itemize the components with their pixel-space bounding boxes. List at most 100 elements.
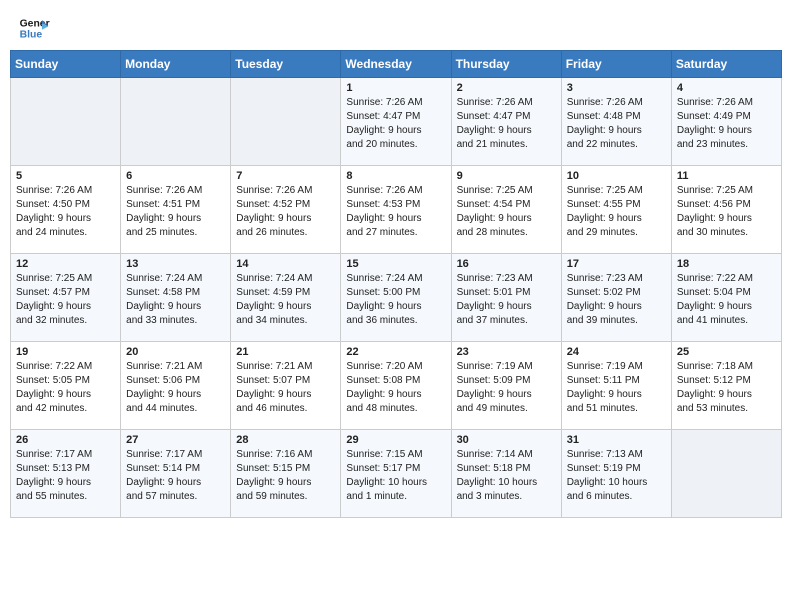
day-info: Sunrise: 7:26 AM Sunset: 4:48 PM Dayligh… — [567, 96, 666, 152]
calendar-cell: 20 Sunrise: 7:21 AM Sunset: 5:06 PM Dayli… — [121, 342, 231, 430]
calendar-cell: 23 Sunrise: 7:19 AM Sunset: 5:09 PM Dayli… — [451, 342, 561, 430]
day-number: 8 — [346, 170, 445, 182]
day-number: 25 — [677, 346, 776, 358]
day-info: Sunrise: 7:14 AM Sunset: 5:18 PM Dayligh… — [457, 448, 556, 504]
day-number: 17 — [567, 258, 666, 270]
day-number: 13 — [126, 258, 225, 270]
day-number: 12 — [16, 258, 115, 270]
day-info: Sunrise: 7:19 AM Sunset: 5:09 PM Dayligh… — [457, 360, 556, 416]
weekday-header-row: SundayMondayTuesdayWednesdayThursdayFrid… — [11, 51, 782, 78]
day-info: Sunrise: 7:25 AM Sunset: 4:55 PM Dayligh… — [567, 184, 666, 240]
calendar-cell: 7 Sunrise: 7:26 AM Sunset: 4:52 PM Daylig… — [231, 166, 341, 254]
calendar-cell: 1 Sunrise: 7:26 AM Sunset: 4:47 PM Daylig… — [341, 78, 451, 166]
calendar-cell: 25 Sunrise: 7:18 AM Sunset: 5:12 PM Dayli… — [671, 342, 781, 430]
day-number: 3 — [567, 82, 666, 94]
week-row-4: 26 Sunrise: 7:17 AM Sunset: 5:13 PM Dayli… — [11, 430, 782, 518]
logo: General Blue — [18, 12, 50, 44]
day-info: Sunrise: 7:18 AM Sunset: 5:12 PM Dayligh… — [677, 360, 776, 416]
calendar-cell: 12 Sunrise: 7:25 AM Sunset: 4:57 PM Dayli… — [11, 254, 121, 342]
weekday-tuesday: Tuesday — [231, 51, 341, 78]
day-number: 23 — [457, 346, 556, 358]
day-number: 24 — [567, 346, 666, 358]
calendar-cell: 16 Sunrise: 7:23 AM Sunset: 5:01 PM Dayli… — [451, 254, 561, 342]
weekday-friday: Friday — [561, 51, 671, 78]
day-info: Sunrise: 7:26 AM Sunset: 4:49 PM Dayligh… — [677, 96, 776, 152]
calendar-cell: 8 Sunrise: 7:26 AM Sunset: 4:53 PM Daylig… — [341, 166, 451, 254]
day-number: 16 — [457, 258, 556, 270]
day-number: 11 — [677, 170, 776, 182]
day-info: Sunrise: 7:25 AM Sunset: 4:57 PM Dayligh… — [16, 272, 115, 328]
day-number: 15 — [346, 258, 445, 270]
day-info: Sunrise: 7:24 AM Sunset: 5:00 PM Dayligh… — [346, 272, 445, 328]
day-number: 28 — [236, 434, 335, 446]
day-info: Sunrise: 7:17 AM Sunset: 5:14 PM Dayligh… — [126, 448, 225, 504]
calendar-cell: 13 Sunrise: 7:24 AM Sunset: 4:58 PM Dayli… — [121, 254, 231, 342]
day-info: Sunrise: 7:16 AM Sunset: 5:15 PM Dayligh… — [236, 448, 335, 504]
day-info: Sunrise: 7:26 AM Sunset: 4:47 PM Dayligh… — [457, 96, 556, 152]
day-info: Sunrise: 7:26 AM Sunset: 4:47 PM Dayligh… — [346, 96, 445, 152]
weekday-sunday: Sunday — [11, 51, 121, 78]
day-number: 20 — [126, 346, 225, 358]
day-number: 19 — [16, 346, 115, 358]
calendar-cell: 15 Sunrise: 7:24 AM Sunset: 5:00 PM Dayli… — [341, 254, 451, 342]
day-info: Sunrise: 7:23 AM Sunset: 5:01 PM Dayligh… — [457, 272, 556, 328]
day-info: Sunrise: 7:17 AM Sunset: 5:13 PM Dayligh… — [16, 448, 115, 504]
day-info: Sunrise: 7:24 AM Sunset: 4:58 PM Dayligh… — [126, 272, 225, 328]
calendar: SundayMondayTuesdayWednesdayThursdayFrid… — [0, 50, 792, 528]
day-number: 22 — [346, 346, 445, 358]
calendar-cell — [671, 430, 781, 518]
calendar-cell: 28 Sunrise: 7:16 AM Sunset: 5:15 PM Dayli… — [231, 430, 341, 518]
day-info: Sunrise: 7:26 AM Sunset: 4:53 PM Dayligh… — [346, 184, 445, 240]
calendar-table: SundayMondayTuesdayWednesdayThursdayFrid… — [10, 50, 782, 518]
day-number: 14 — [236, 258, 335, 270]
day-number: 30 — [457, 434, 556, 446]
day-info: Sunrise: 7:15 AM Sunset: 5:17 PM Dayligh… — [346, 448, 445, 504]
weekday-wednesday: Wednesday — [341, 51, 451, 78]
calendar-cell — [231, 78, 341, 166]
day-info: Sunrise: 7:26 AM Sunset: 4:52 PM Dayligh… — [236, 184, 335, 240]
page-header: General Blue — [0, 0, 792, 50]
week-row-1: 5 Sunrise: 7:26 AM Sunset: 4:50 PM Daylig… — [11, 166, 782, 254]
calendar-cell: 30 Sunrise: 7:14 AM Sunset: 5:18 PM Dayli… — [451, 430, 561, 518]
day-info: Sunrise: 7:24 AM Sunset: 4:59 PM Dayligh… — [236, 272, 335, 328]
day-number: 18 — [677, 258, 776, 270]
calendar-cell: 14 Sunrise: 7:24 AM Sunset: 4:59 PM Dayli… — [231, 254, 341, 342]
calendar-cell: 19Sunrise: 7:22 AM Sunset: 5:05 PM Dayli… — [11, 342, 121, 430]
day-info: Sunrise: 7:13 AM Sunset: 5:19 PM Dayligh… — [567, 448, 666, 504]
day-info: Sunrise: 7:21 AM Sunset: 5:06 PM Dayligh… — [126, 360, 225, 416]
day-info: Sunrise: 7:19 AM Sunset: 5:11 PM Dayligh… — [567, 360, 666, 416]
week-row-0: 1 Sunrise: 7:26 AM Sunset: 4:47 PM Daylig… — [11, 78, 782, 166]
calendar-cell: 9Sunrise: 7:25 AM Sunset: 4:54 PM Daylig… — [451, 166, 561, 254]
day-info: Sunrise: 7:26 AM Sunset: 4:51 PM Dayligh… — [126, 184, 225, 240]
calendar-body: 1 Sunrise: 7:26 AM Sunset: 4:47 PM Daylig… — [11, 78, 782, 518]
day-number: 7 — [236, 170, 335, 182]
day-number: 27 — [126, 434, 225, 446]
calendar-cell — [121, 78, 231, 166]
day-number: 26 — [16, 434, 115, 446]
day-info: Sunrise: 7:25 AM Sunset: 4:56 PM Dayligh… — [677, 184, 776, 240]
day-info: Sunrise: 7:25 AM Sunset: 4:54 PM Dayligh… — [457, 184, 556, 240]
day-number: 31 — [567, 434, 666, 446]
day-number: 5 — [16, 170, 115, 182]
weekday-thursday: Thursday — [451, 51, 561, 78]
calendar-cell: 26 Sunrise: 7:17 AM Sunset: 5:13 PM Dayli… — [11, 430, 121, 518]
calendar-cell: 3 Sunrise: 7:26 AM Sunset: 4:48 PM Daylig… — [561, 78, 671, 166]
weekday-monday: Monday — [121, 51, 231, 78]
day-info: Sunrise: 7:22 AM Sunset: 5:04 PM Dayligh… — [677, 272, 776, 328]
calendar-cell: 31 Sunrise: 7:13 AM Sunset: 5:19 PM Dayli… — [561, 430, 671, 518]
weekday-saturday: Saturday — [671, 51, 781, 78]
day-number: 1 — [346, 82, 445, 94]
day-number: 10 — [567, 170, 666, 182]
day-number: 4 — [677, 82, 776, 94]
calendar-cell: 2Sunrise: 7:26 AM Sunset: 4:47 PM Daylig… — [451, 78, 561, 166]
calendar-cell: 5 Sunrise: 7:26 AM Sunset: 4:50 PM Daylig… — [11, 166, 121, 254]
calendar-cell: 27 Sunrise: 7:17 AM Sunset: 5:14 PM Dayli… — [121, 430, 231, 518]
day-info: Sunrise: 7:26 AM Sunset: 4:50 PM Dayligh… — [16, 184, 115, 240]
calendar-cell: 22Sunrise: 7:20 AM Sunset: 5:08 PM Dayli… — [341, 342, 451, 430]
week-row-2: 12 Sunrise: 7:25 AM Sunset: 4:57 PM Dayli… — [11, 254, 782, 342]
calendar-cell: 18 Sunrise: 7:22 AM Sunset: 5:04 PM Dayli… — [671, 254, 781, 342]
calendar-cell: 29Sunrise: 7:15 AM Sunset: 5:17 PM Dayli… — [341, 430, 451, 518]
day-info: Sunrise: 7:21 AM Sunset: 5:07 PM Dayligh… — [236, 360, 335, 416]
calendar-cell: 6Sunrise: 7:26 AM Sunset: 4:51 PM Daylig… — [121, 166, 231, 254]
calendar-cell: 21Sunrise: 7:21 AM Sunset: 5:07 PM Dayli… — [231, 342, 341, 430]
